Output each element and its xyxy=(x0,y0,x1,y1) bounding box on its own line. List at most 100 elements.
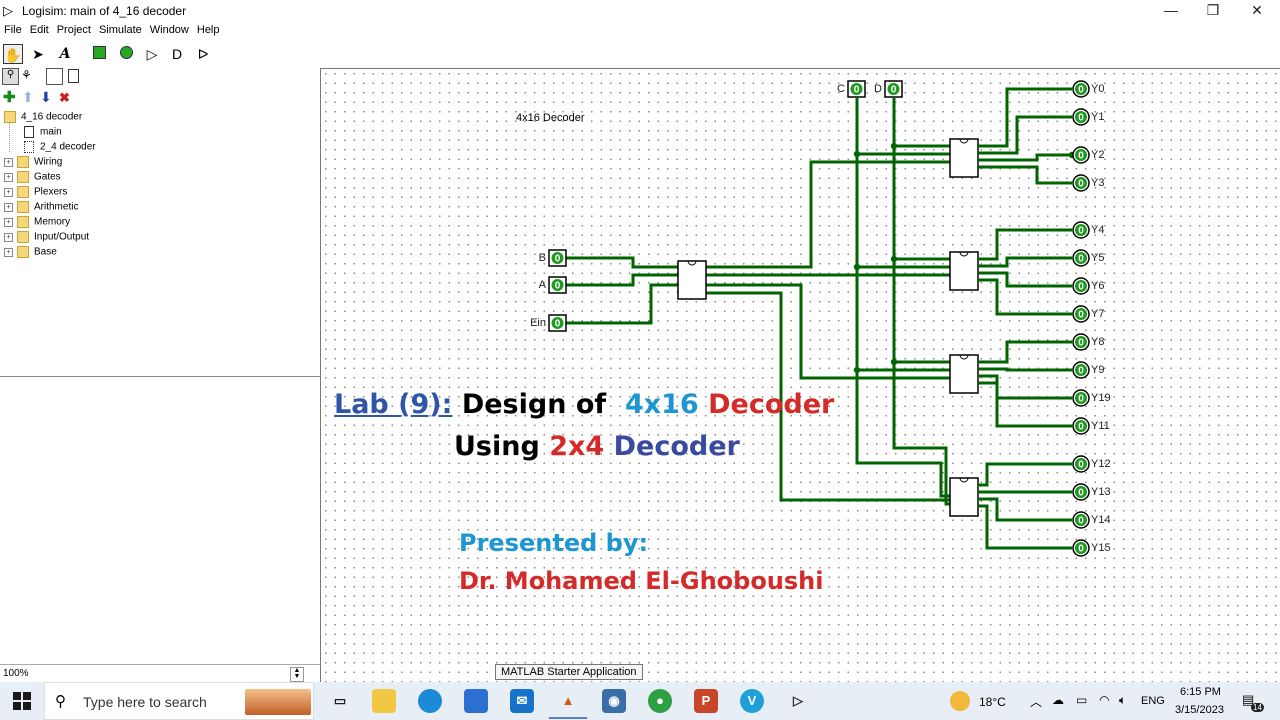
wifi-icon[interactable]: ◠ xyxy=(1099,693,1109,707)
menu-window[interactable]: Window xyxy=(146,22,193,38)
add-circuit-icon[interactable]: ✚ xyxy=(3,90,16,105)
text-tool-icon[interactable]: A xyxy=(55,44,75,64)
expand-icon[interactable]: + xyxy=(4,202,13,212)
logisim-taskbar-icon[interactable]: ▷ xyxy=(786,689,810,713)
delete-circuit-icon[interactable]: ✖ xyxy=(59,90,70,105)
circuit-label: 4x16 Decoder xyxy=(516,112,585,124)
circuit-icon xyxy=(24,141,34,153)
decoder-3 xyxy=(949,354,979,394)
chrome-icon[interactable]: ● xyxy=(648,689,672,713)
expand-icon[interactable]: + xyxy=(4,172,13,182)
not-gate-tool-icon[interactable]: ▷ xyxy=(142,44,162,64)
wire xyxy=(566,283,679,325)
wire xyxy=(978,462,1072,487)
volume-icon[interactable]: 🔈︎ xyxy=(1119,693,1126,708)
menu-file[interactable]: File xyxy=(0,22,26,38)
wire xyxy=(566,256,679,269)
decoder-1 xyxy=(949,138,979,178)
appearance-edit-icon[interactable] xyxy=(68,69,79,83)
output-pin-value: 0 xyxy=(1078,226,1084,237)
tree-circuit-2-4-decoder[interactable]: 2_4 decoder xyxy=(24,141,96,153)
overlay-size: 4x16 xyxy=(624,389,699,420)
and-gate-tool-icon[interactable]: D xyxy=(167,44,187,64)
wire xyxy=(978,153,1072,162)
tree-lib-wiring[interactable]: + Wiring xyxy=(4,156,62,168)
input-label-a: A xyxy=(539,279,547,291)
output-pin-value: 0 xyxy=(1078,151,1084,162)
expand-icon[interactable]: + xyxy=(4,247,13,257)
tree-lib-base[interactable]: + Base xyxy=(4,246,57,258)
expand-icon[interactable]: + xyxy=(4,217,13,227)
layout-edit-icon[interactable] xyxy=(46,68,63,85)
menu-simulate[interactable]: Simulate xyxy=(95,22,146,38)
output-label-y15: Y15 xyxy=(1091,542,1111,554)
wire xyxy=(978,374,1072,400)
tree-project[interactable]: 4_16 decoder xyxy=(4,111,82,123)
vmware-icon[interactable]: V xyxy=(740,689,764,713)
output-label-y1: Y1 xyxy=(1091,111,1104,123)
move-down-icon[interactable]: ⬇ xyxy=(40,90,52,105)
language-indicator[interactable]: ENG xyxy=(1141,695,1165,707)
tool-toolbar: ✋ ➤ A ▷ D ᐅ xyxy=(0,42,1280,66)
expand-icon[interactable]: + xyxy=(4,187,13,197)
tree-lib-plexers[interactable]: + Plexers xyxy=(4,186,67,198)
tree-circuit-main[interactable]: main xyxy=(24,126,62,138)
move-up-icon[interactable]: ⬆ xyxy=(22,90,34,105)
or-gate-tool-icon[interactable]: ᐅ xyxy=(193,44,213,64)
wire xyxy=(978,504,1072,550)
decoder-level1 xyxy=(677,260,707,300)
poke-tool-icon[interactable]: ✋ xyxy=(3,44,23,64)
input-pin-value: 0 xyxy=(854,85,860,96)
output-label-y7: Y7 xyxy=(1091,308,1104,320)
restore-button[interactable]: ❐ xyxy=(1190,0,1236,22)
zoom-spinner[interactable]: ▲ ▼ xyxy=(290,667,304,682)
explorer-toolbox-icon[interactable]: ⚲ xyxy=(2,68,19,85)
cloud-icon[interactable]: ☁ xyxy=(1052,693,1064,707)
wire-junction xyxy=(853,150,861,158)
output-label-y11: Y11 xyxy=(1091,420,1110,432)
battery-icon[interactable]: ▭ xyxy=(1076,693,1087,707)
expand-icon[interactable]: + xyxy=(4,232,13,242)
menu-edit[interactable]: Edit xyxy=(26,22,53,38)
tree-lib-input-output[interactable]: + Input/Output xyxy=(4,231,89,243)
circuit-canvas[interactable]: 0 Y0 0 Y1 0 Y2 0 Y3 0 Y4 0 Y5 0 Y6 0 Y7 0 Y8 0 Y9 0 Y19 0 Y11 0 Y… xyxy=(320,68,1280,683)
clock-time[interactable]: 6:15 PM xyxy=(1180,686,1221,698)
output-label-y2: Y2 xyxy=(1091,149,1104,161)
output-pin-tool-icon[interactable] xyxy=(116,44,136,64)
output-pin-value: 0 xyxy=(1078,282,1084,293)
menu-project[interactable]: Project xyxy=(53,22,95,38)
output-pin-value: 0 xyxy=(1078,394,1084,405)
windows-start-icon[interactable] xyxy=(13,692,31,710)
store-icon[interactable] xyxy=(464,689,488,713)
overlay-author: Dr. Mohamed El-Ghoboushi xyxy=(459,567,824,595)
close-button[interactable]: ✕ xyxy=(1234,0,1280,22)
minimize-button[interactable]: — xyxy=(1148,0,1194,22)
file-explorer-icon[interactable] xyxy=(372,689,396,713)
powerpoint-icon[interactable]: P xyxy=(694,689,718,713)
mail-icon[interactable]: ✉ xyxy=(510,689,534,713)
matlab-icon[interactable]: ▲ xyxy=(556,689,580,713)
task-view-icon[interactable]: ▭ xyxy=(328,689,352,713)
tree-lib-gates[interactable]: + Gates xyxy=(4,171,61,183)
overlay-sub-size: 2x4 xyxy=(549,431,605,462)
overlay-decoder: Decoder xyxy=(708,389,835,420)
taskbar-search-box[interactable]: ⚲ Type here to search xyxy=(44,682,314,720)
wire xyxy=(706,160,951,269)
weather-icon[interactable] xyxy=(950,691,970,711)
simulation-tree-icon[interactable]: ⚘ xyxy=(21,68,32,82)
camera-icon[interactable]: ◉ xyxy=(602,689,626,713)
weather-temp[interactable]: 18°C xyxy=(979,695,1006,709)
wire xyxy=(855,98,951,498)
zoom-bar: 100% ▲ ▼ xyxy=(0,664,320,683)
edge-icon[interactable] xyxy=(418,689,442,713)
clock-date[interactable]: 3/15/2023 xyxy=(1175,704,1224,716)
tray-chevron-icon[interactable]: ︿ xyxy=(1030,693,1042,710)
input-pin-tool-icon[interactable] xyxy=(89,44,109,64)
output-pin-value: 0 xyxy=(1078,366,1084,377)
menu-help[interactable]: Help xyxy=(193,22,224,38)
select-tool-icon[interactable]: ➤ xyxy=(28,44,48,64)
tree-lib-memory[interactable]: + Memory xyxy=(4,216,70,228)
tree-lib-arithmetic[interactable]: + Arithmetic xyxy=(4,201,78,213)
expand-icon[interactable]: + xyxy=(4,157,13,167)
folder-icon xyxy=(17,186,29,198)
